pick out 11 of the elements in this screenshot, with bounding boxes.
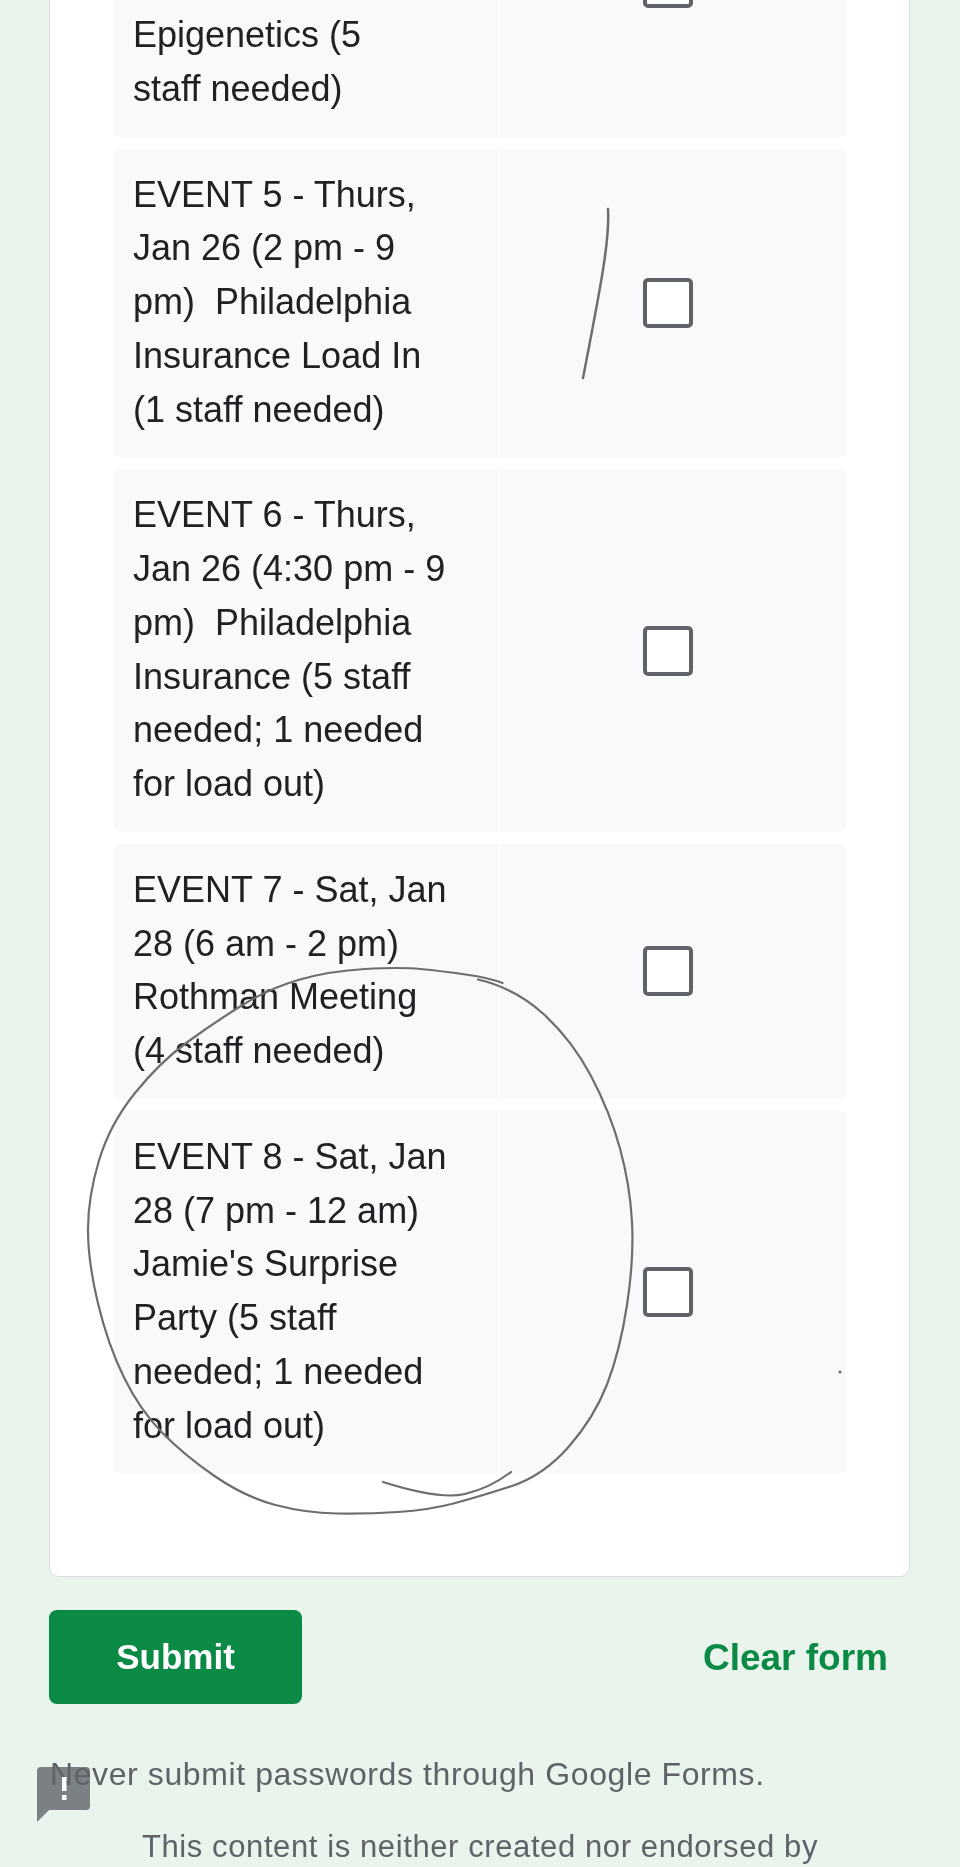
disclaimer-text: This content is neither created nor endorsed by xyxy=(140,1828,820,1867)
clear-form-button[interactable]: Clear form xyxy=(680,1610,910,1705)
option-label: EVENT 5 - Thurs, Jan 26 (2 pm - 9 pm) Philadelphia Insurance Load In (1 staff needed) xyxy=(133,172,423,432)
option-label: EVENT 6 - Thurs, Jan 26 (4:30 pm - 9 pm) Philadelphia Insurance (5 staff needed; 1 needed for load out) xyxy=(133,493,447,806)
pen-dot-drawing xyxy=(838,1370,842,1374)
checkbox[interactable] xyxy=(643,277,693,328)
option-label: Epigenetics (5 staff needed) xyxy=(133,13,363,111)
checkbox[interactable] xyxy=(643,946,693,997)
checkbox[interactable] xyxy=(643,1267,693,1317)
checkbox[interactable] xyxy=(643,625,693,676)
submit-button[interactable]: Submit xyxy=(49,1610,302,1705)
